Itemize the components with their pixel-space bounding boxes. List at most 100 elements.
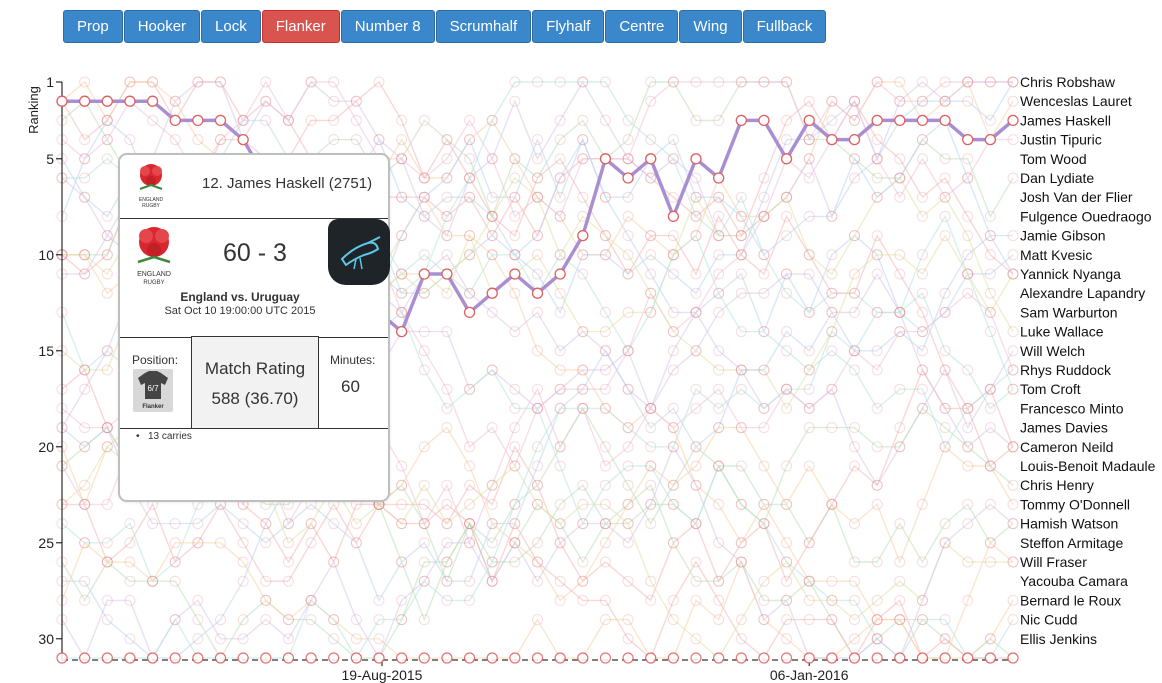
player-label[interactable]: Louis-Benoit Madaule xyxy=(1020,458,1156,474)
player-label[interactable]: Alexandre Lapandry xyxy=(1020,285,1145,301)
highlight-point[interactable] xyxy=(101,95,113,107)
highlight-point[interactable] xyxy=(56,95,68,107)
highlight-point[interactable] xyxy=(418,268,430,280)
x-tick-label: 06-Jan-2016 xyxy=(770,667,849,683)
highlight-point[interactable] xyxy=(509,268,521,280)
highlight-point[interactable] xyxy=(1007,114,1019,127)
player-label[interactable]: Tom Wood xyxy=(1020,151,1087,167)
highlight-point[interactable] xyxy=(124,95,136,107)
highlight-point[interactable] xyxy=(667,210,680,223)
highlight-point[interactable] xyxy=(577,229,589,242)
player-label[interactable]: Matt Kvesic xyxy=(1020,247,1092,263)
y-tick-label: 25 xyxy=(38,535,54,551)
player-label[interactable]: Yannick Nyanga xyxy=(1020,266,1121,282)
highlight-point[interactable] xyxy=(599,153,612,165)
y-tick-label: 1 xyxy=(46,74,54,90)
missing-match-point xyxy=(169,652,181,664)
missing-match-point xyxy=(101,652,113,664)
player-label[interactable]: Rhys Ruddock xyxy=(1020,362,1112,378)
player-label[interactable]: Nic Cudd xyxy=(1020,612,1078,628)
highlight-point[interactable] xyxy=(486,287,498,299)
highlight-point[interactable] xyxy=(463,306,476,319)
svg-text:ENGLAND: ENGLAND xyxy=(137,271,171,278)
svg-text:Flanker: Flanker xyxy=(142,404,164,410)
highlight-point[interactable] xyxy=(780,153,793,165)
player-label[interactable]: Will Welch xyxy=(1020,343,1085,359)
highlight-point[interactable] xyxy=(645,153,657,165)
highlight-point[interactable] xyxy=(871,114,883,127)
missing-match-point xyxy=(237,652,249,664)
player-label[interactable]: Cameron Neild xyxy=(1020,439,1113,455)
player-label[interactable]: Ellis Jenkins xyxy=(1020,631,1097,647)
highlight-point[interactable] xyxy=(939,114,951,127)
missing-match-point xyxy=(826,652,838,664)
highlight-point[interactable] xyxy=(237,133,249,146)
missing-match-point xyxy=(418,652,430,664)
highlight-point[interactable] xyxy=(441,268,453,280)
highlight-point[interactable] xyxy=(962,133,974,146)
player-label[interactable]: Luke Wallace xyxy=(1020,324,1104,340)
player-label[interactable]: Jamie Gibson xyxy=(1020,228,1106,244)
missing-match-point xyxy=(871,652,883,664)
player-label[interactable]: James Haskell xyxy=(1020,112,1111,128)
player-label[interactable]: Tommy O'Donnell xyxy=(1020,496,1130,512)
player-label[interactable]: James Davies xyxy=(1020,420,1108,436)
missing-match-point xyxy=(260,652,272,664)
player-label[interactable]: Chris Henry xyxy=(1020,477,1094,493)
missing-match-point xyxy=(645,652,657,664)
player-label[interactable]: Justin Tipuric xyxy=(1020,132,1102,148)
highlight-point[interactable] xyxy=(894,114,906,127)
missing-match-point xyxy=(373,652,385,664)
highlight-point[interactable] xyxy=(78,95,91,107)
highlight-point[interactable] xyxy=(622,172,634,184)
match-title: England vs. Uruguay xyxy=(180,290,300,304)
player-title: 12. James Haskell (2751) xyxy=(202,175,373,192)
highlight-point[interactable] xyxy=(848,133,861,146)
missing-match-point xyxy=(441,652,453,664)
highlight-point[interactable] xyxy=(758,114,770,127)
highlight-point[interactable] xyxy=(826,133,838,146)
y-axis-label: Ranking xyxy=(26,86,41,134)
missing-match-point xyxy=(79,652,91,664)
missing-match-point xyxy=(328,652,340,664)
missing-match-point xyxy=(780,652,793,664)
highlight-point[interactable] xyxy=(192,114,204,127)
player-label[interactable]: Tom Croft xyxy=(1020,381,1081,397)
highlight-point[interactable] xyxy=(712,172,725,184)
player-label[interactable]: Chris Robshaw xyxy=(1020,74,1116,90)
missing-match-point xyxy=(690,652,702,664)
player-label[interactable]: Fulgence Ouedraogo xyxy=(1020,208,1152,224)
highlight-point[interactable] xyxy=(803,114,815,127)
stat-item: 13 carries xyxy=(136,431,192,442)
player-label[interactable]: Josh Van der Flier xyxy=(1020,189,1133,205)
player-label[interactable]: Steffon Armitage xyxy=(1020,535,1123,551)
svg-text:6/7: 6/7 xyxy=(147,384,159,393)
background-point xyxy=(1007,249,1019,261)
player-label[interactable]: Bernard le Roux xyxy=(1020,592,1121,608)
missing-match-point xyxy=(735,652,747,664)
minutes-value: 60 xyxy=(341,377,360,396)
player-label[interactable]: Wenceslas Lauret xyxy=(1020,93,1132,109)
highlight-point[interactable] xyxy=(916,114,929,127)
highlight-point[interactable] xyxy=(690,153,702,165)
minutes-label: Minutes: xyxy=(330,353,376,367)
match-score: 60 - 3 xyxy=(223,239,287,267)
player-label[interactable]: Yacouba Camara xyxy=(1020,573,1128,589)
y-tick-label: 20 xyxy=(38,439,54,455)
highlight-point[interactable] xyxy=(395,325,408,338)
highlight-point[interactable] xyxy=(984,133,997,146)
highlight-point[interactable] xyxy=(214,114,227,127)
highlight-point[interactable] xyxy=(169,114,181,127)
player-legend: Chris Robshaw Wenceslas Lauret James Haske… xyxy=(1020,74,1156,647)
player-label[interactable]: Sam Warburton xyxy=(1020,304,1118,320)
missing-match-point xyxy=(599,652,612,664)
highlight-point[interactable] xyxy=(531,287,544,299)
highlight-point[interactable] xyxy=(554,268,566,280)
player-label[interactable]: Hamish Watson xyxy=(1020,516,1118,532)
player-label[interactable]: Will Fraser xyxy=(1020,554,1087,570)
highlight-point[interactable] xyxy=(735,114,747,127)
highlight-point[interactable] xyxy=(146,95,159,107)
player-label[interactable]: Francesco Minto xyxy=(1020,400,1124,416)
svg-text:RUGBY: RUGBY xyxy=(142,203,160,209)
player-label[interactable]: Dan Lydiate xyxy=(1020,170,1094,186)
